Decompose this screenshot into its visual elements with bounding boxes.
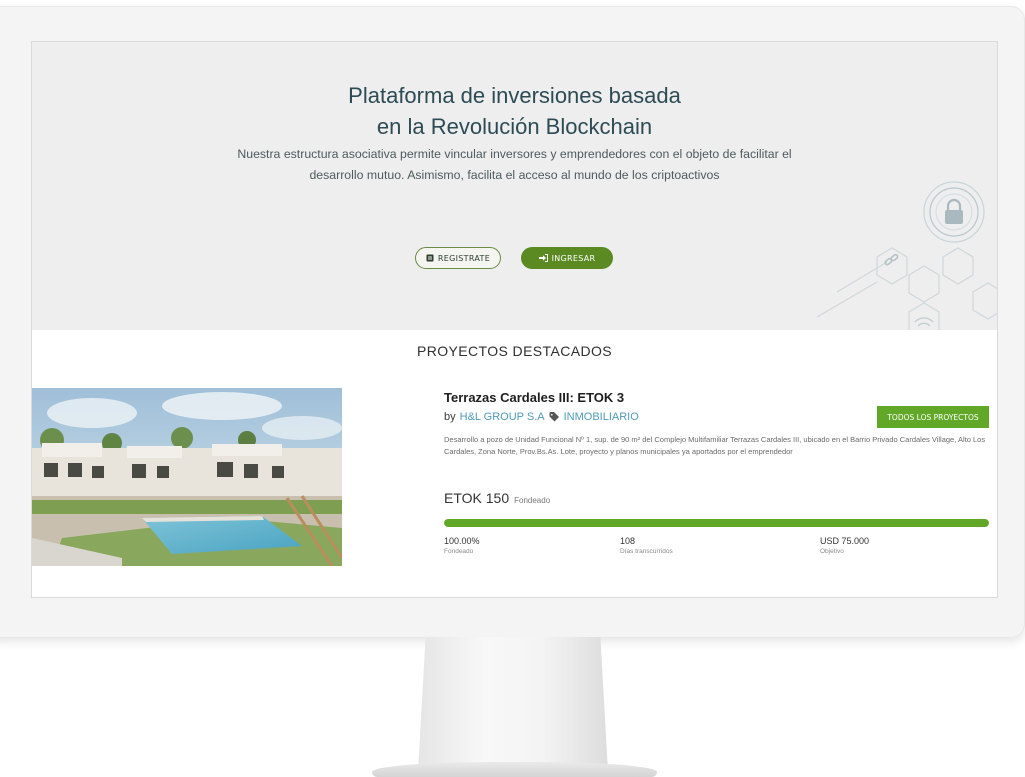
token-value: ETOK 150 (444, 490, 510, 506)
token-amount: ETOK 150 Fondeado (444, 490, 550, 506)
stat-value: USD 75.000 (820, 536, 870, 546)
token-label: Fondeado (514, 496, 551, 505)
monitor-base (372, 762, 657, 777)
hero-title-line-1: Plataforma de inversiones basada (348, 83, 681, 108)
project-image[interactable] (32, 388, 342, 566)
project-description: Desarrollo a pozo de Unidad Funcional Nº… (444, 435, 986, 456)
byline-prefix: by (444, 411, 456, 423)
login-button-label: INGRESAR (551, 253, 596, 263)
register-button-label: REGISTRATE (437, 253, 491, 263)
funding-progress-bar (444, 519, 989, 527)
funding-progress-fill (444, 519, 989, 527)
sign-in-icon (538, 254, 548, 262)
security-illustration (816, 181, 997, 330)
stat-funded: 100.00% Fondeado (444, 536, 480, 555)
all-projects-button[interactable]: TODOS LOS PROYECTOS (877, 406, 989, 428)
hero-description: Nuestra estructura asociativa permite vi… (237, 147, 792, 182)
hero-title: Plataforma de inversiones basada en la R… (32, 80, 997, 142)
project-render-image (32, 388, 342, 566)
stat-value: 108 (620, 536, 636, 546)
stat-label: Objetivo (820, 548, 844, 555)
stat-label: Fondeado (444, 548, 474, 555)
login-button[interactable]: INGRESAR (521, 247, 613, 269)
stat-value: 100.00% (444, 536, 480, 546)
stat-target: USD 75.000 Objetivo (820, 536, 869, 555)
hero-buttons: REGISTRATE INGRESAR (415, 247, 613, 269)
stat-days: 108 Días transcurridos (620, 536, 673, 555)
project-stats: 100.00% Fondeado 108 Días transcurridos … (444, 536, 989, 566)
monitor-screen: Plataforma de inversiones basada en la R… (32, 42, 997, 597)
hero-title-line-2: en la Revolución Blockchain (376, 114, 653, 139)
featured-section-title: PROYECTOS DESTACADOS (417, 343, 612, 359)
wifi-icon (914, 317, 934, 327)
category-link[interactable]: INMOBILIARIO (564, 411, 639, 423)
stat-label: Días transcurridos (620, 548, 673, 555)
user-card-icon (426, 254, 434, 262)
developer-link[interactable]: H&L GROUP S.A (460, 411, 545, 423)
lock-icon (945, 198, 963, 224)
register-button[interactable]: REGISTRATE (415, 247, 501, 269)
hero-section: Plataforma de inversiones basada en la R… (32, 42, 997, 330)
tag-icon (549, 412, 559, 422)
link-icon (884, 253, 899, 266)
monitor-stand (418, 637, 608, 772)
project-title[interactable]: Terrazas Cardales III: ETOK 3 (444, 390, 624, 405)
project-byline: by H&L GROUP S.A INMOBILIARIO (444, 411, 639, 423)
